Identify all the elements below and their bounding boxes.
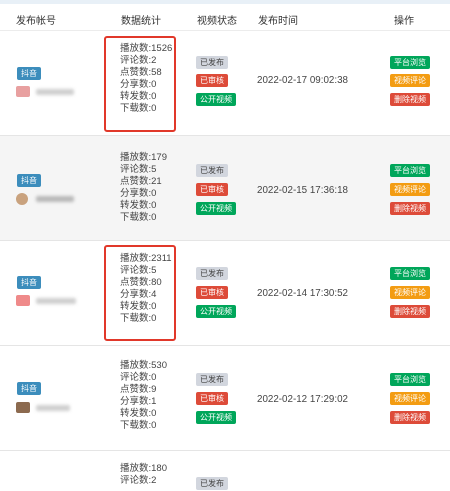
platform-tag: 抖音 [17,276,41,289]
highlight-box [104,245,176,341]
video-table-body: 抖音 播放数:1526 评论数:2 点赞数:58 分享数:0 转发数:0 下载数… [0,31,450,491]
download-count: 下载数:0 [120,211,157,223]
stats-block: 播放数:179 评论数:5 点赞数:21 分享数:0 转发数:0 下载数:0 [120,152,167,223]
comment-count: 评论数:0 [120,371,157,383]
delete-video-button[interactable]: 删除视频 [390,411,430,424]
status-badge-reviewed: 已审核 [196,74,228,87]
column-header-operations: 操作 [394,16,414,27]
play-count: 播放数:179 [120,152,167,163]
highlight-box [104,36,176,132]
platform-browse-button[interactable]: 平台浏览 [390,267,430,280]
share-count: 分享数:1 [120,395,157,407]
column-header-status: 视频状态 [197,16,237,27]
video-comment-button[interactable]: 视频评论 [390,74,430,87]
table-row: 抖音 播放数:2311 评论数:5 点赞数:80 分享数:4 转发数:0 下载数… [0,241,450,346]
publish-time: 2022-02-14 17:30:52 [257,288,348,299]
table-row: 抖音 播放数:179 评论数:5 点赞数:21 分享数:0 转发数:0 下载数:… [0,136,450,241]
column-header-account: 发布帐号 [16,16,56,27]
stats-block: 播放数:530 评论数:0 点赞数:9 分享数:1 转发数:0 下载数:0 [120,360,167,431]
platform-browse-button[interactable]: 平台浏览 [390,373,430,386]
status-badge-public: 公开视频 [196,411,236,424]
avatar [16,402,30,413]
platform-tag: 抖音 [17,174,41,187]
stats-block: 播放数:180 评论数:2 [120,463,167,487]
video-comment-button[interactable]: 视频评论 [390,286,430,299]
delete-video-button[interactable]: 删除视频 [390,202,430,215]
like-count: 点赞数:21 [120,175,162,187]
video-comment-button[interactable]: 视频评论 [390,392,430,405]
forward-count: 转发数:0 [120,407,157,419]
publish-time: 2022-02-12 17:29:02 [257,394,348,405]
download-count: 下载数:0 [120,419,157,431]
status-badge-published: 已发布 [196,267,228,280]
avatar [16,193,28,205]
table-row: 播放数:180 评论数:2 已发布 [0,451,450,491]
platform-tag: 抖音 [17,67,41,80]
status-badge-published: 已发布 [196,373,228,386]
platform-browse-button[interactable]: 平台浏览 [390,164,430,177]
avatar [16,295,30,306]
like-count: 点赞数:9 [120,383,157,395]
blurred-account-name [36,405,70,411]
status-badge-public: 公开视频 [196,305,236,318]
forward-count: 转发数:0 [120,199,157,211]
play-count: 播放数:530 [120,360,167,371]
platform-tag: 抖音 [17,382,41,395]
status-badge-published: 已发布 [196,56,228,69]
status-badge-reviewed: 已审核 [196,286,228,299]
status-badge-public: 公开视频 [196,202,236,215]
delete-video-button[interactable]: 删除视频 [390,93,430,106]
column-header-time: 发布时间 [258,16,298,27]
delete-video-button[interactable]: 删除视频 [390,305,430,318]
platform-browse-button[interactable]: 平台浏览 [390,56,430,69]
table-row: 抖音 播放数:1526 评论数:2 点赞数:58 分享数:0 转发数:0 下载数… [0,31,450,136]
blurred-account-name [36,298,76,304]
status-badge-published: 已发布 [196,477,228,490]
comment-count: 评论数:2 [120,474,157,486]
blurred-account-name [36,196,74,202]
status-badge-reviewed: 已审核 [196,183,228,196]
column-header-stats: 数据统计 [121,16,161,27]
video-comment-button[interactable]: 视频评论 [390,183,430,196]
play-count: 播放数:180 [120,463,167,474]
publish-time: 2022-02-17 09:02:38 [257,75,348,86]
status-badge-reviewed: 已审核 [196,392,228,405]
avatar [16,86,30,97]
share-count: 分享数:0 [120,187,157,199]
table-row: 抖音 播放数:530 评论数:0 点赞数:9 分享数:1 转发数:0 下载数:0… [0,346,450,451]
status-badge-published: 已发布 [196,164,228,177]
table-header: 发布帐号 数据统计 视频状态 发布时间 操作 [0,4,450,31]
blurred-account-name [36,89,74,95]
comment-count: 评论数:5 [120,163,157,175]
status-badge-public: 公开视频 [196,93,236,106]
publish-time: 2022-02-15 17:36:18 [257,185,348,196]
